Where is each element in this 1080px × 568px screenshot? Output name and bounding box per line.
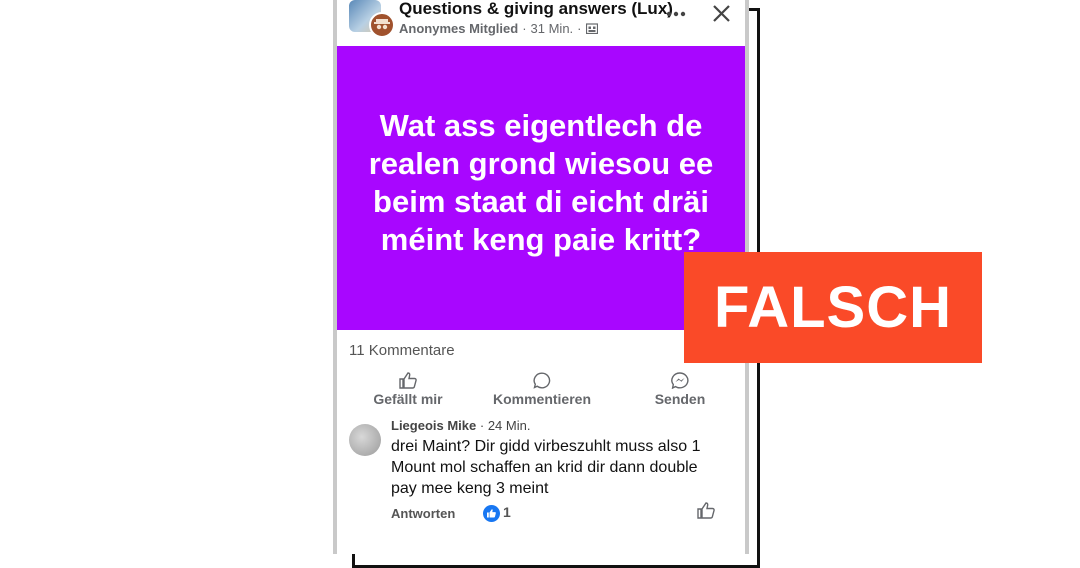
reply-button[interactable]: Antworten [391, 506, 455, 521]
comment-time: 24 Min. [487, 418, 531, 433]
comment-text: drei Maint? Dir gidd virbeszuhlt muss al… [391, 438, 701, 497]
group-audience-icon [585, 21, 598, 36]
messenger-icon [671, 372, 689, 389]
like-button[interactable]: Gefällt mir [373, 372, 443, 407]
send-label: Senden [654, 391, 706, 407]
comment-like-button[interactable] [697, 502, 715, 524]
comment-meta: Liegeois Mike · 24 Min. [391, 418, 531, 433]
post-author: Anonymes Mitglied [399, 21, 519, 36]
comment-bubble-icon [533, 372, 551, 389]
post-header: Questions & giving answers (Lux) Anonyme… [337, 0, 745, 46]
comment-count[interactable]: 11 Kommentare [349, 342, 455, 359]
like-label: Gefällt mir [373, 391, 443, 407]
comment-author[interactable]: Liegeois Mike [391, 418, 476, 433]
anonymous-member-icon [369, 12, 395, 38]
comment-reactions[interactable]: 1 [483, 504, 511, 522]
thumbs-up-icon [697, 502, 715, 519]
post-actions: Gefällt mir Kommentieren Senden [337, 372, 745, 412]
post-meta: Anonymes Mitglied · 31 Min. · [399, 21, 598, 36]
like-reaction-icon [483, 504, 500, 522]
comment-like-count: 1 [503, 504, 511, 520]
comment-label: Kommentieren [492, 391, 592, 407]
verdict-label: FALSCH [714, 275, 952, 340]
group-name[interactable]: Questions & giving answers (Lux) [399, 0, 673, 19]
comment-button[interactable]: Kommentieren [487, 372, 597, 407]
post-time: 31 Min. [530, 21, 574, 36]
fact-check-verdict-badge: FALSCH [684, 252, 982, 363]
more-horizontal-icon[interactable] [665, 0, 687, 22]
commenter-avatar[interactable] [349, 424, 381, 456]
send-button[interactable]: Senden [645, 372, 715, 407]
thumbs-up-icon [399, 372, 417, 389]
post-text: Wat ass eigentlech de realen grond wieso… [368, 108, 714, 257]
close-icon[interactable] [711, 0, 733, 22]
